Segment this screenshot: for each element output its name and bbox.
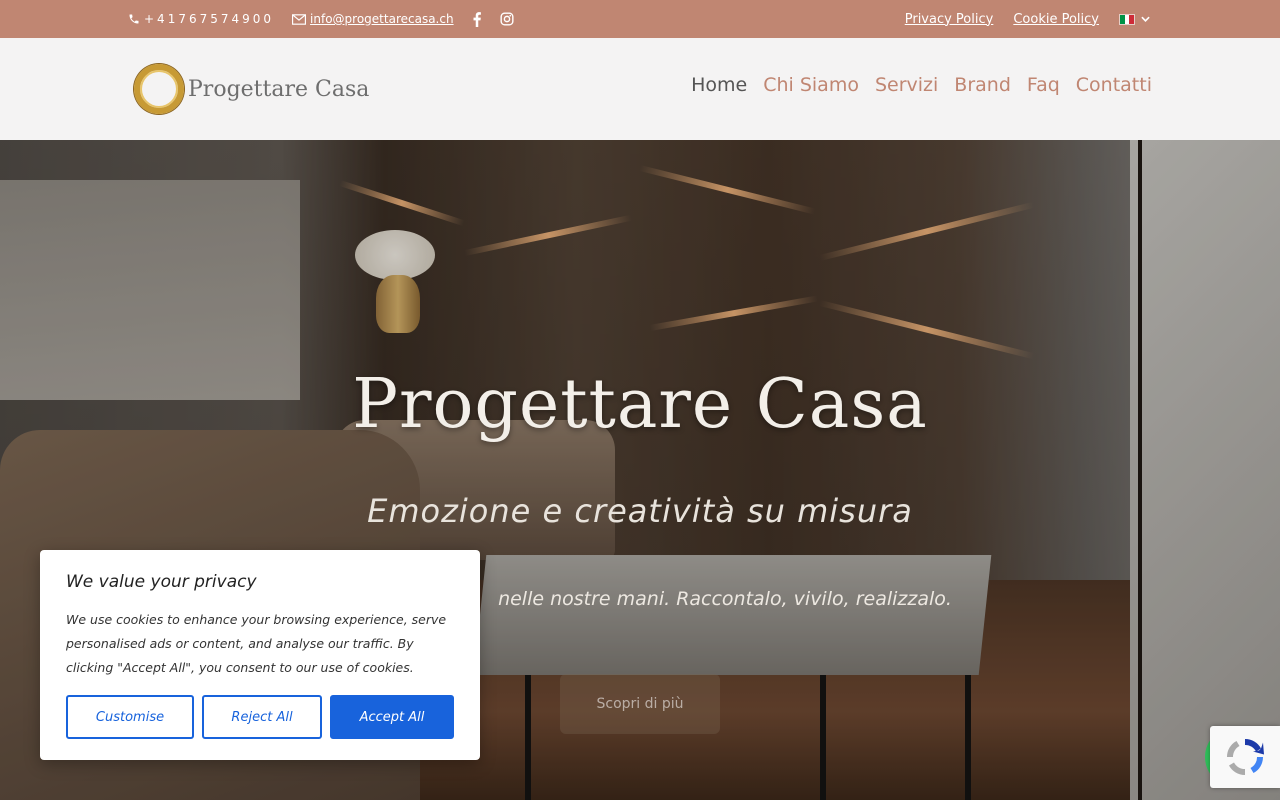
cookie-text: We use cookies to enhance your browsing … — [66, 612, 447, 675]
nav-contatti[interactable]: Contatti — [1076, 74, 1152, 96]
nav-chi-siamo[interactable]: Chi Siamo — [763, 74, 859, 96]
logo-ring-icon — [134, 64, 184, 114]
reject-all-button[interactable]: Reject All — [202, 695, 322, 739]
hero-cta-button[interactable]: Scopri di più — [560, 674, 720, 734]
nav-servizi[interactable]: Servizi — [875, 74, 938, 96]
top-bar: +41767574900 info@progettarecasa.ch Priv… — [0, 0, 1280, 38]
main-nav: Home Chi Siamo Servizi Brand Faq Contatt… — [691, 74, 1152, 96]
phone-icon — [129, 14, 139, 24]
cookie-policy-link[interactable]: Cookie Policy — [1013, 12, 1099, 27]
instagram-icon[interactable] — [500, 12, 514, 26]
cookie-consent-dialog: We value your privacy We use cookies to … — [40, 550, 480, 760]
cookie-buttons: Customise Reject All Accept All — [66, 695, 454, 739]
email-link[interactable]: info@progettarecasa.ch — [292, 12, 454, 26]
nav-brand[interactable]: Brand — [954, 74, 1011, 96]
site-logo[interactable]: Progettare Casa — [134, 64, 369, 114]
italian-flag-icon — [1119, 13, 1135, 25]
customise-button[interactable]: Customise — [66, 695, 194, 739]
logo-text: Progettare Casa — [188, 76, 370, 102]
envelope-icon — [292, 13, 307, 25]
nav-home[interactable]: Home — [691, 74, 747, 96]
chevron-down-icon — [1141, 16, 1150, 22]
hero-title: Progettare Casa — [352, 365, 928, 444]
language-switcher[interactable] — [1119, 13, 1150, 25]
recaptcha-icon — [1226, 738, 1264, 776]
main-header: Progettare Casa Home Chi Siamo Servizi B… — [0, 38, 1280, 140]
accept-all-button[interactable]: Accept All — [330, 695, 454, 739]
phone-link[interactable]: +41767574900 — [128, 12, 274, 26]
phone-number: +41767574900 — [144, 12, 275, 26]
nav-faq[interactable]: Faq — [1027, 74, 1060, 96]
cookie-title: We value your privacy — [66, 572, 257, 592]
email-address: info@progettarecasa.ch — [310, 12, 454, 26]
hero-subtitle: Emozione e creatività su misura — [367, 492, 913, 530]
privacy-policy-link[interactable]: Privacy Policy — [905, 12, 994, 27]
facebook-icon[interactable] — [472, 11, 482, 27]
recaptcha-badge[interactable] — [1210, 726, 1280, 788]
